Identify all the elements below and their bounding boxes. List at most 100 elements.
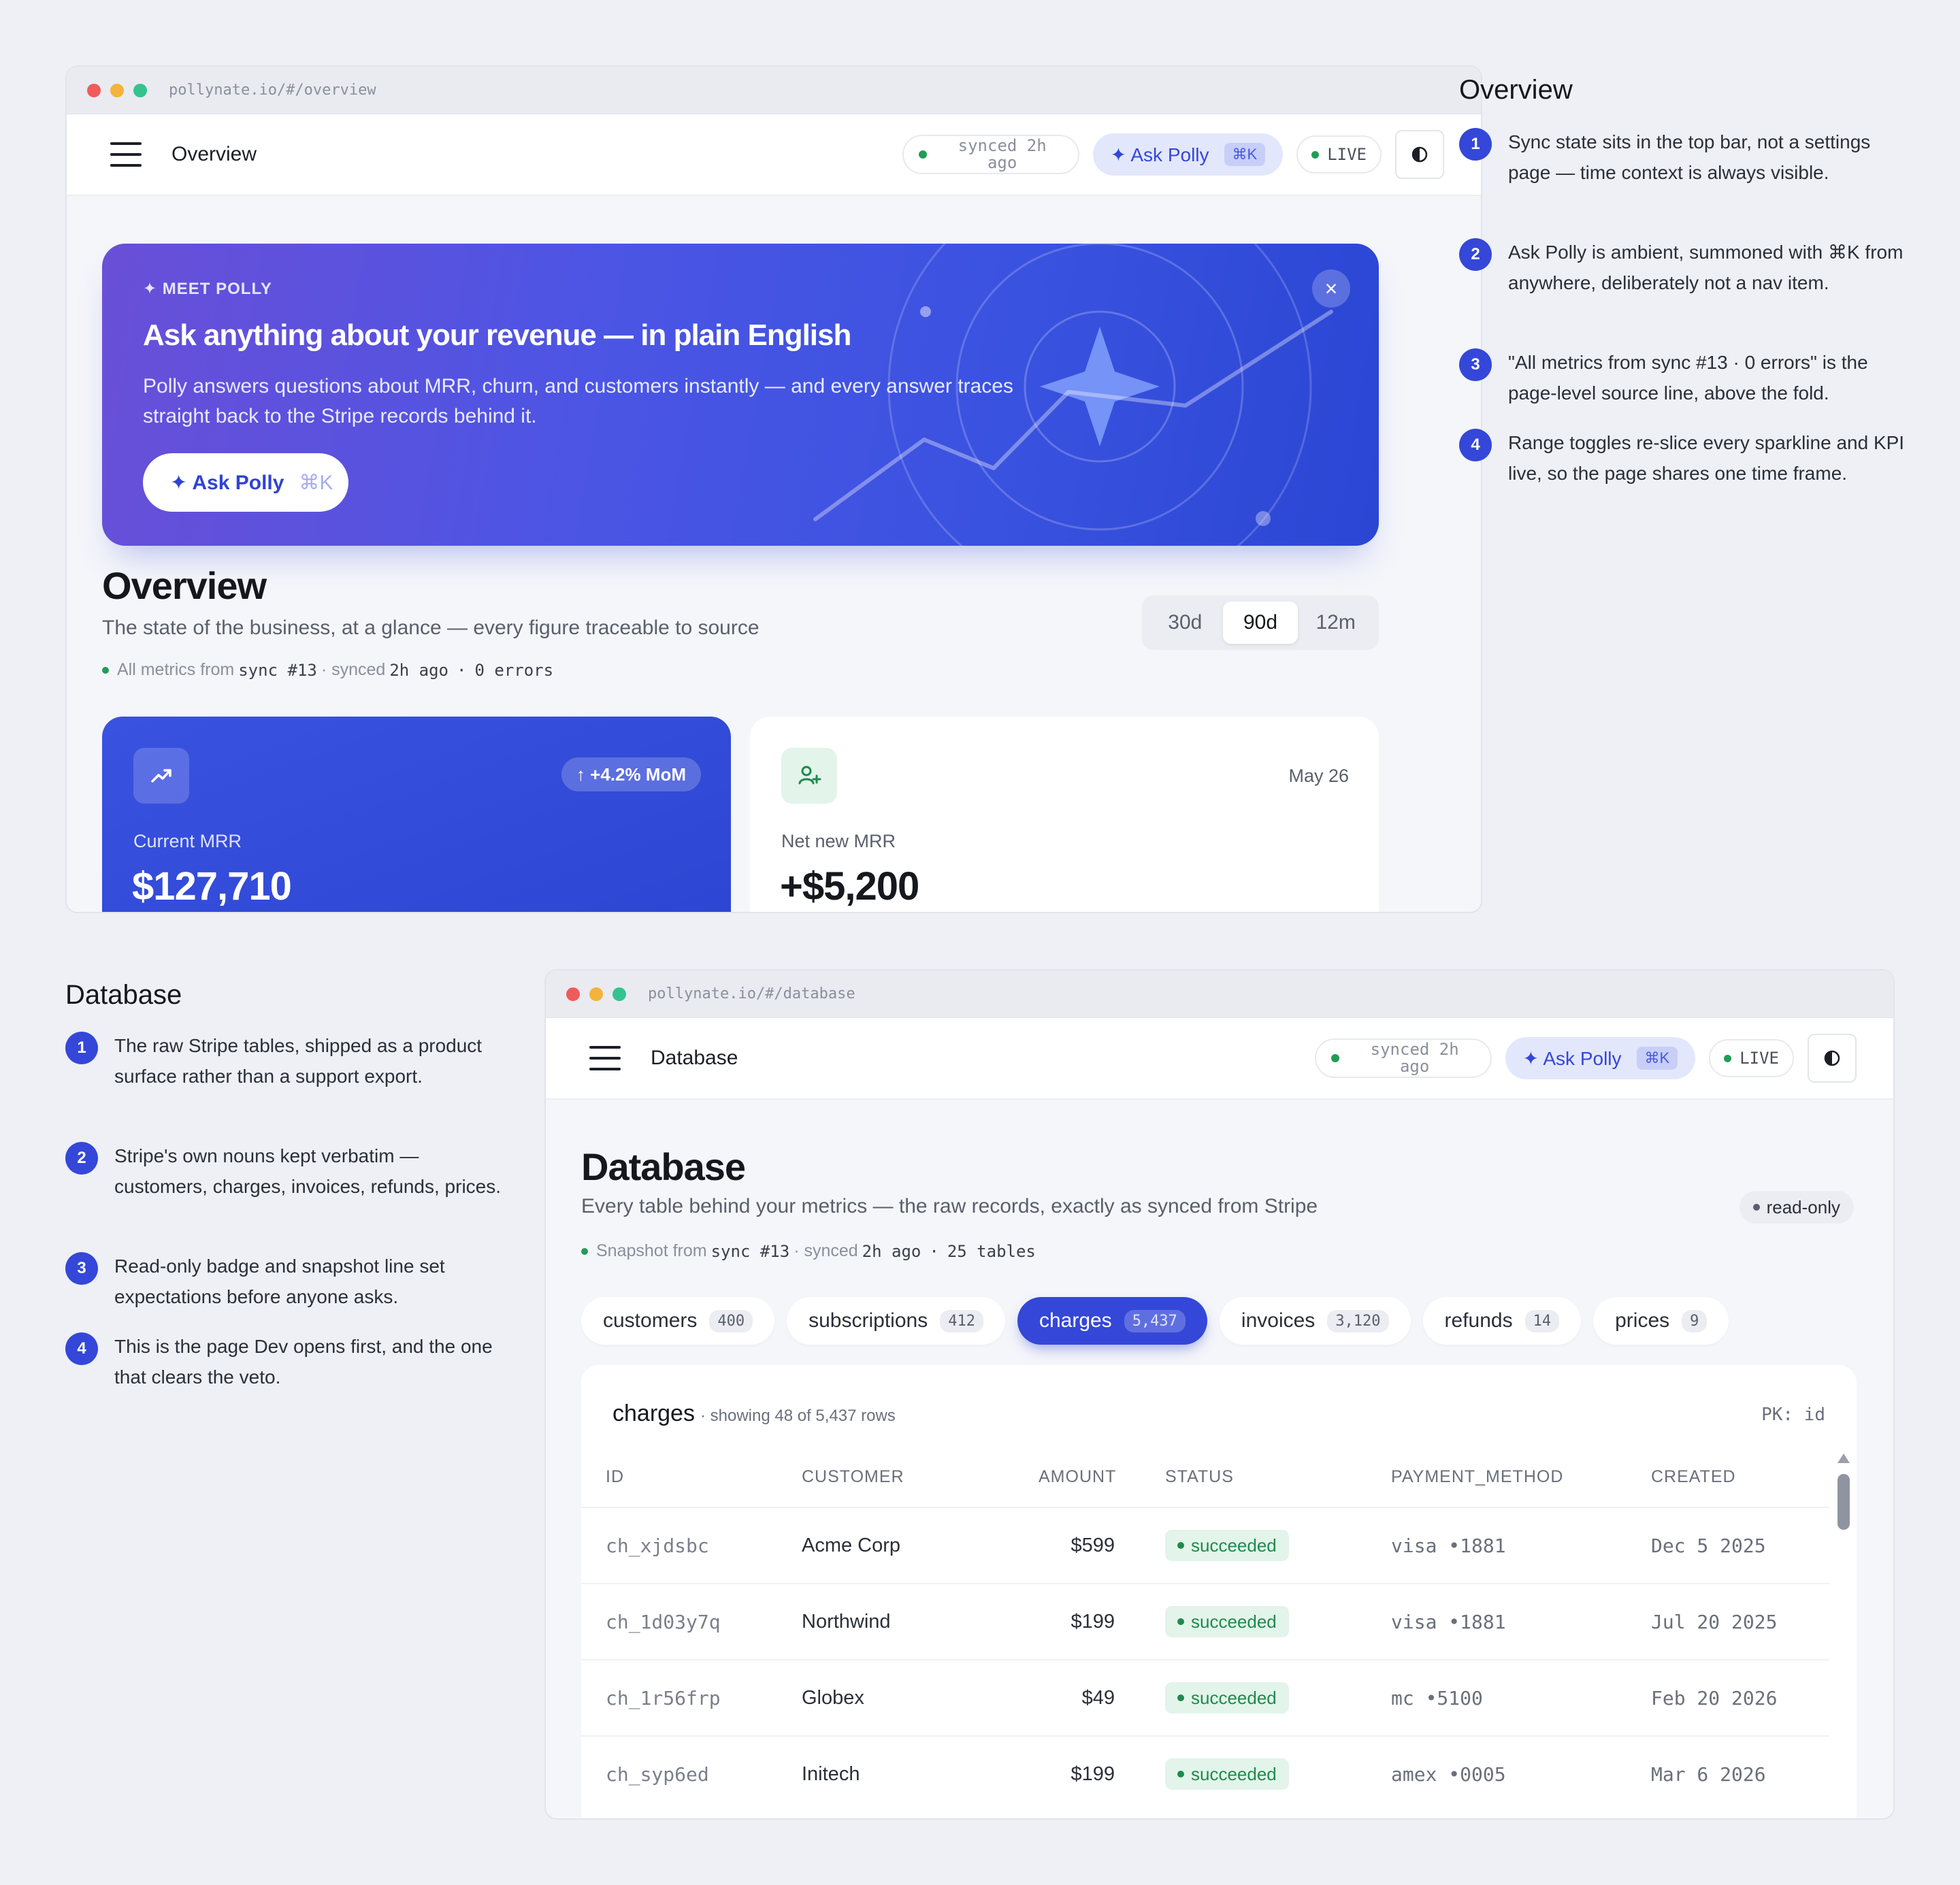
source-text: · synced: [321, 660, 386, 679]
window-titlebar: pollynate.io/#/overview: [67, 67, 1481, 114]
menu-icon[interactable]: [589, 1046, 621, 1070]
cell-status: succeeded: [1165, 1508, 1289, 1583]
theme-toggle-button[interactable]: [1808, 1034, 1857, 1083]
cell-created: Jul 20 2025: [1651, 1610, 1778, 1633]
table-row[interactable]: ch_1r56frp Globex $49 succeeded mc •5100…: [581, 1659, 1829, 1734]
table-row[interactable]: ch_syp6ed Initech $199 succeeded amex •0…: [581, 1735, 1829, 1810]
cell-id: ch_xjdsbc: [606, 1534, 709, 1557]
live-dot-icon: [1724, 1054, 1732, 1062]
contrast-icon: [1824, 1050, 1840, 1066]
status-badge: succeeded: [1165, 1606, 1289, 1637]
banner-title: Ask anything about your revenue — in pla…: [143, 318, 851, 352]
range-option-90d[interactable]: 90d: [1222, 602, 1298, 644]
range-option-30d[interactable]: 30d: [1147, 602, 1223, 644]
sync-status-text: synced 2h ago: [958, 136, 1047, 172]
note-text: The raw Stripe tables, shipped as a prod…: [114, 1035, 483, 1087]
table-title: charges · showing 48 of 5,437 rows: [612, 1400, 896, 1427]
note-number: 4: [1459, 429, 1492, 461]
sync-status-text: synced 2h ago: [1370, 1040, 1459, 1076]
user-add-icon: [781, 748, 837, 804]
cell-created: Mar 6 2026: [1651, 1763, 1766, 1786]
column-header-customer[interactable]: CUSTOMER: [802, 1467, 904, 1487]
shortcut-key-hint: ⌘K: [1636, 1047, 1678, 1070]
table-row[interactable]: ch_1d03y7q Northwind $199 succeeded visa…: [581, 1583, 1829, 1658]
column-header-amount[interactable]: AMOUNT: [1039, 1467, 1116, 1487]
theme-toggle-button[interactable]: [1395, 130, 1444, 179]
meet-polly-banner: ✦ MEET POLLY Ask anything about your rev…: [102, 244, 1379, 546]
range-toggle: 30d 90d 12m: [1142, 595, 1379, 650]
cell-payment-method: mc •5100: [1391, 1686, 1483, 1709]
kpi-card-net-new-mrr[interactable]: May 26 Net new MRR +$5,200: [750, 717, 1379, 912]
status-badge: succeeded: [1165, 1758, 1289, 1790]
tab-count: 400: [709, 1309, 753, 1332]
note-text: This is the page Dev opens first, and th…: [114, 1336, 493, 1388]
snapshot-text: Snapshot from: [596, 1241, 707, 1260]
column-header-payment-method[interactable]: PAYMENT_METHOD: [1391, 1467, 1563, 1487]
tab-invoices[interactable]: invoices 3,120: [1219, 1297, 1411, 1345]
ask-polly-label: ✦ Ask Polly: [1522, 1047, 1622, 1069]
banner-shortcut-hint: ⌘K: [299, 471, 333, 494]
menu-icon[interactable]: [110, 142, 142, 167]
address-url[interactable]: pollynate.io/#/overview: [169, 82, 376, 99]
cell-payment-method: amex •0005: [1391, 1763, 1506, 1786]
close-icon[interactable]: ×: [1312, 269, 1350, 308]
ask-polly-button[interactable]: ✦ Ask Polly ⌘K: [1092, 133, 1284, 176]
maximize-window-dot[interactable]: [612, 987, 626, 1001]
column-header-created[interactable]: CREATED: [1651, 1467, 1736, 1487]
cell-amount: $199: [1071, 1763, 1115, 1785]
close-window-dot[interactable]: [87, 83, 101, 97]
ask-polly-button[interactable]: ✦ Ask Polly ⌘K: [1505, 1037, 1696, 1079]
tab-count: 14: [1524, 1309, 1560, 1332]
address-url[interactable]: pollynate.io/#/database: [648, 985, 855, 1002]
tab-count: 412: [940, 1309, 983, 1332]
minimize-window-dot[interactable]: [589, 987, 603, 1001]
maximize-window-dot[interactable]: [133, 83, 147, 97]
banner-ask-polly-button[interactable]: ✦ Ask Polly ⌘K: [143, 453, 348, 512]
cell-status: succeeded: [1165, 1660, 1289, 1735]
tab-label: customers: [603, 1309, 698, 1332]
source-dot-icon: [102, 666, 109, 674]
overview-note: 1 Sync state sits in the top bar, not a …: [1459, 128, 1908, 188]
scroll-up-arrow-icon[interactable]: [1838, 1454, 1850, 1463]
trending-up-icon: [133, 748, 189, 804]
tab-label: charges: [1039, 1309, 1112, 1332]
database-note: 1 The raw Stripe tables, shipped as a pr…: [65, 1032, 514, 1092]
tab-count: 5,437: [1124, 1309, 1186, 1332]
database-note: 2 Stripe's own nouns kept verbatim — cus…: [65, 1142, 514, 1202]
tab-charges[interactable]: charges 5,437: [1017, 1297, 1207, 1345]
cell-payment-method: visa •1881: [1391, 1610, 1506, 1633]
tab-subscriptions[interactable]: subscriptions 412: [787, 1297, 1005, 1345]
status-label: succeeded: [1191, 1687, 1277, 1708]
database-window: pollynate.io/#/database Database synced …: [544, 969, 1895, 1820]
kpi-card-current-mrr[interactable]: ↑ +4.2% MoM Current MRR $127,710: [102, 717, 731, 912]
close-window-dot[interactable]: [566, 987, 580, 1001]
live-indicator[interactable]: LIVE: [1709, 1039, 1794, 1077]
sync-status-pill[interactable]: synced 2h ago: [902, 135, 1079, 174]
top-bar: Overview synced 2h ago ✦ Ask Polly ⌘K LI…: [67, 114, 1481, 196]
column-header-status[interactable]: STATUS: [1165, 1467, 1234, 1487]
note-number: 1: [65, 1032, 98, 1064]
table-row[interactable]: ch_xjdsbc Acme Corp $599 succeeded visa …: [581, 1507, 1829, 1581]
range-option-12m[interactable]: 12m: [1298, 602, 1373, 644]
table-tabs: customers 400 subscriptions 412 charges 5,4…: [581, 1297, 1729, 1345]
cell-customer: Acme Corp: [802, 1534, 901, 1556]
tab-refunds[interactable]: refunds 14: [1422, 1297, 1582, 1345]
cell-amount: $49: [1081, 1686, 1115, 1709]
source-text: All metrics from: [117, 660, 235, 679]
banner-ask-polly-label: ✦ Ask Polly: [170, 471, 284, 494]
column-header-id[interactable]: ID: [606, 1467, 624, 1487]
live-indicator[interactable]: LIVE: [1296, 135, 1382, 174]
overview-notes-title: Overview: [1459, 75, 1573, 105]
tab-prices[interactable]: prices 9: [1593, 1297, 1729, 1345]
scroll-thumb[interactable]: [1838, 1474, 1850, 1530]
live-label: LIVE: [1740, 1049, 1779, 1068]
status-badge: succeeded: [1165, 1530, 1289, 1561]
kpi-value: +$5,200: [780, 864, 919, 908]
sync-status-pill[interactable]: synced 2h ago: [1314, 1038, 1492, 1078]
note-number: 3: [1459, 348, 1492, 381]
database-note: 4 This is the page Dev opens first, and …: [65, 1332, 514, 1392]
minimize-window-dot[interactable]: [110, 83, 124, 97]
table-scrollbar[interactable]: [1835, 1454, 1851, 1818]
read-only-label: read-only: [1766, 1196, 1840, 1217]
tab-customers[interactable]: customers 400: [581, 1297, 775, 1345]
